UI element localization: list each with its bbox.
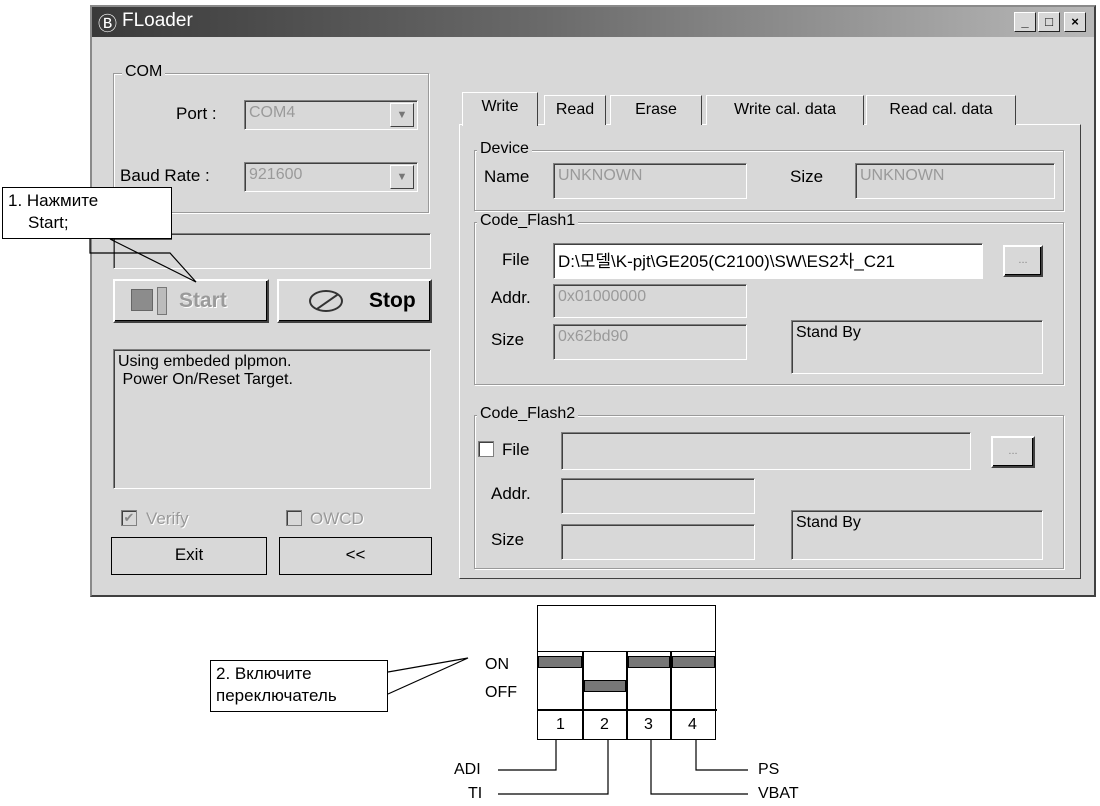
signal-label-ps: PS — [758, 761, 780, 778]
signal-label-vbat: VBAT — [758, 785, 799, 802]
tab-write[interactable]: Write — [462, 92, 538, 126]
signal-label-adi: ADI — [454, 761, 481, 778]
signal-label-ti: TI — [468, 785, 483, 802]
dip-signal-lines — [498, 740, 748, 795]
